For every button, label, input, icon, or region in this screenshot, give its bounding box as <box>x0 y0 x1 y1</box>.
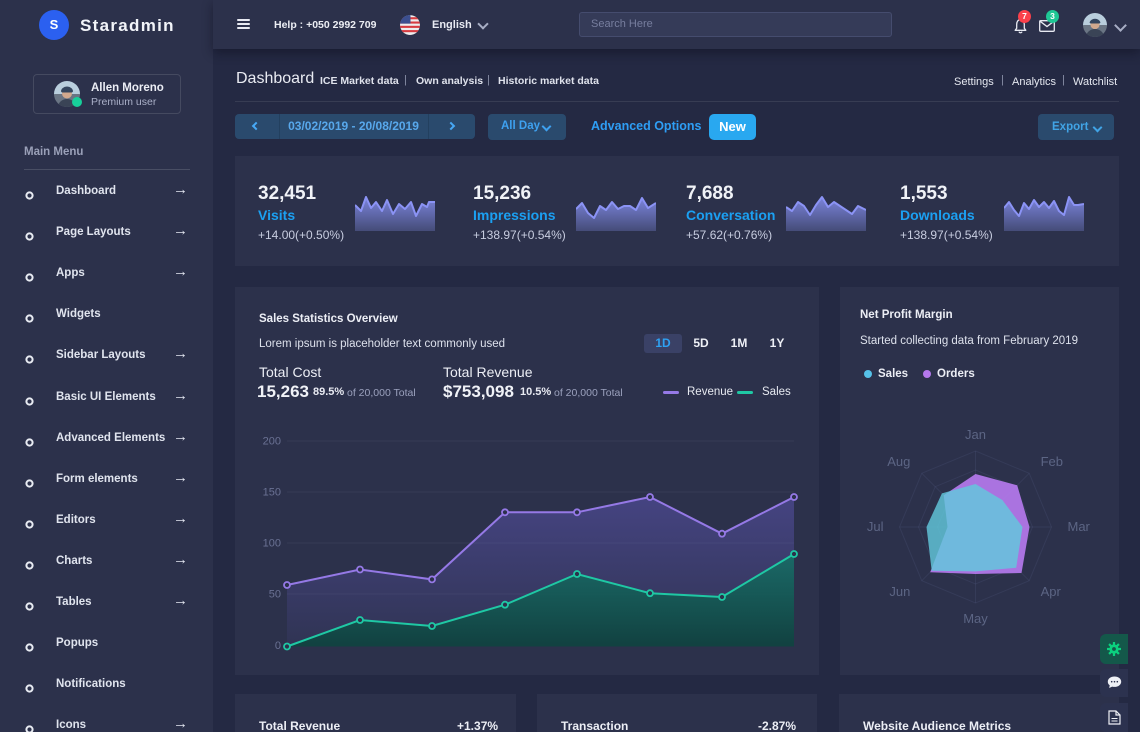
svg-text:Mar: Mar <box>1068 519 1091 534</box>
svg-text:Jun: Jun <box>889 584 910 599</box>
svg-text:May: May <box>963 611 988 626</box>
svg-text:50: 50 <box>269 589 281 601</box>
svg-text:Feb: Feb <box>1041 454 1063 469</box>
svg-text:Jul: Jul <box>867 519 884 534</box>
svg-text:100: 100 <box>263 538 281 550</box>
svg-text:Jan: Jan <box>965 427 986 442</box>
svg-text:200: 200 <box>263 436 281 448</box>
svg-text:0: 0 <box>275 640 281 652</box>
svg-text:Apr: Apr <box>1041 584 1062 599</box>
svg-text:Aug: Aug <box>887 454 910 469</box>
svg-text:150: 150 <box>263 487 281 499</box>
